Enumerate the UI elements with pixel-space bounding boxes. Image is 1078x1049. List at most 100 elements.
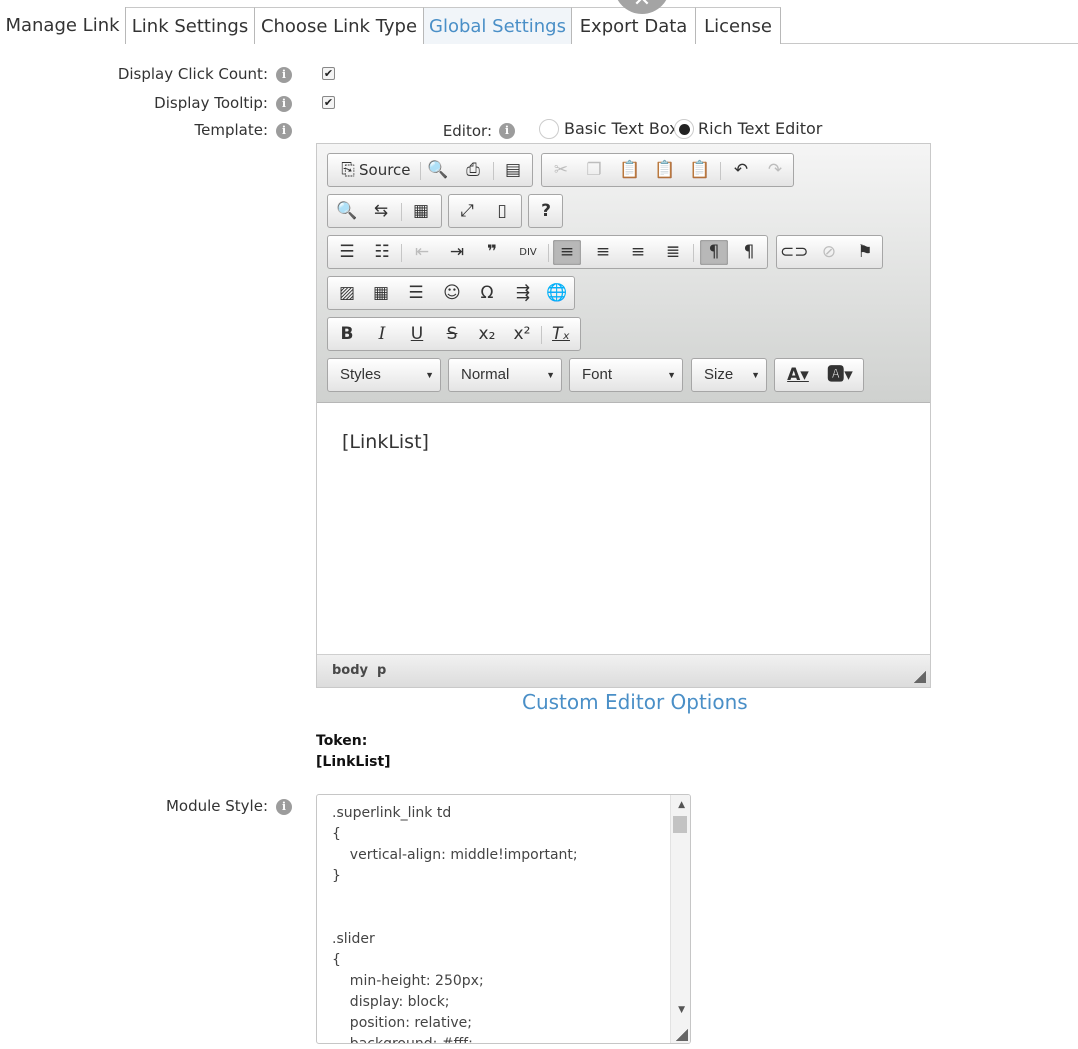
- styles-dropdown-value: Styles: [340, 366, 381, 383]
- resize-handle[interactable]: [914, 671, 926, 683]
- tab-link-settings[interactable]: Link Settings: [126, 7, 255, 44]
- editor-content[interactable]: [LinkList]: [317, 404, 930, 654]
- anchor-icon[interactable]: ⚑: [851, 240, 879, 265]
- styles-dropdown[interactable]: Styles ▼: [327, 358, 441, 392]
- underline-icon[interactable]: U: [403, 322, 431, 347]
- text-color-icon[interactable]: A▾: [780, 363, 816, 388]
- basic-text-box-label[interactable]: Basic Text Box: [564, 119, 679, 138]
- tab-choose-link-type[interactable]: Choose Link Type: [255, 7, 424, 44]
- paste-text-icon[interactable]: 📋: [651, 158, 679, 183]
- paste-icon[interactable]: 📋: [616, 158, 644, 183]
- tab-license[interactable]: License: [696, 7, 781, 44]
- document-toolbar-group: ⎘ Source 🔍 ⎙ ▤: [327, 153, 533, 187]
- strikethrough-icon[interactable]: S: [438, 322, 466, 347]
- paragraph-toolbar-group: ☰ ☷ ⇤ ⇥ ❞ DIV ≡ ≡ ≡ ≣ ¶ ¶: [327, 235, 768, 269]
- replace-icon[interactable]: ⇆: [367, 199, 395, 224]
- insert-toolbar-group: ▨ ▦ ☰ ☺ Ω ⇶ 🌐: [327, 276, 575, 310]
- numbered-list-icon[interactable]: ☰: [333, 240, 361, 265]
- editor-status-bar: body p: [317, 654, 930, 687]
- maximize-icon[interactable]: ⤢: [453, 199, 481, 224]
- scroll-down-icon[interactable]: ▼: [678, 1005, 685, 1015]
- chevron-down-icon: ▼: [546, 370, 555, 380]
- rich-text-editor-radio[interactable]: [674, 119, 694, 139]
- superscript-icon[interactable]: x²: [508, 322, 536, 347]
- rich-text-editor: ⎘ Source 🔍 ⎙ ▤ ✂ ❐ 📋 📋 📋 ↶ ↷ 🔍 ⇆ ▦ ⤢ ▯ ?…: [316, 143, 931, 688]
- preview-icon[interactable]: 🔍: [424, 158, 452, 183]
- tab-bar: Manage Link Link Settings Choose Link Ty…: [0, 7, 1078, 44]
- module-style-textarea[interactable]: .superlink_link td { vertical-align: mid…: [316, 794, 691, 1044]
- editor-content-text: [LinkList]: [342, 431, 429, 453]
- info-icon[interactable]: i: [276, 799, 292, 815]
- font-dropdown-value: Font: [582, 366, 613, 383]
- tab-manage-link[interactable]: Manage Link: [0, 7, 126, 44]
- redo-icon[interactable]: ↷: [761, 158, 789, 183]
- italic-icon[interactable]: I: [368, 322, 396, 347]
- blockquote-icon[interactable]: ❞: [478, 240, 506, 265]
- bulleted-list-icon[interactable]: ☷: [368, 240, 396, 265]
- scrollbar-thumb[interactable]: [673, 816, 687, 833]
- info-icon[interactable]: i: [499, 123, 515, 139]
- horizontal-line-icon[interactable]: ☰: [402, 281, 430, 306]
- info-icon[interactable]: i: [276, 123, 292, 139]
- print-icon[interactable]: ⎙: [459, 158, 487, 183]
- paste-word-icon[interactable]: 📋: [686, 158, 714, 183]
- outdent-icon[interactable]: ⇤: [408, 240, 436, 265]
- help-toolbar-group: ?: [528, 194, 563, 228]
- display-click-count-checkbox[interactable]: ✔: [322, 67, 335, 80]
- basic-styles-toolbar-group: B I U S x₂ x² Tₓ: [327, 317, 581, 351]
- justify-icon[interactable]: ≣: [659, 240, 687, 265]
- colors-toolbar-group: A▾ 🅰▾: [774, 358, 864, 392]
- ltr-icon[interactable]: ¶: [700, 240, 728, 265]
- create-div-icon[interactable]: DIV: [514, 240, 542, 265]
- info-icon[interactable]: i: [276, 96, 292, 112]
- scroll-up-icon[interactable]: ▲: [678, 800, 685, 810]
- tab-global-settings[interactable]: Global Settings: [423, 7, 572, 44]
- templates-icon[interactable]: ▤: [499, 158, 527, 183]
- source-button[interactable]: Source: [359, 158, 411, 183]
- info-icon[interactable]: i: [276, 67, 292, 83]
- show-blocks-icon[interactable]: ▯: [488, 199, 516, 224]
- chevron-down-icon: ▼: [425, 370, 434, 380]
- module-style-label: Module Style:: [165, 797, 268, 815]
- basic-text-box-radio[interactable]: [539, 119, 559, 139]
- format-dropdown[interactable]: Normal ▼: [448, 358, 562, 392]
- rich-text-editor-label[interactable]: Rich Text Editor: [698, 119, 822, 138]
- unlink-icon[interactable]: ⊘: [815, 240, 843, 265]
- path-item-body[interactable]: body: [332, 663, 368, 678]
- rtl-icon[interactable]: ¶: [735, 240, 763, 265]
- background-color-icon[interactable]: 🅰▾: [822, 363, 858, 388]
- font-dropdown[interactable]: Font ▼: [569, 358, 683, 392]
- align-center-icon[interactable]: ≡: [589, 240, 617, 265]
- remove-format-icon[interactable]: Tₓ: [547, 322, 575, 347]
- select-all-icon[interactable]: ▦: [407, 199, 435, 224]
- path-item-p[interactable]: p: [377, 663, 386, 678]
- size-dropdown-value: Size: [704, 366, 734, 383]
- source-icon[interactable]: ⎘: [334, 158, 362, 183]
- clipboard-toolbar-group: ✂ ❐ 📋 📋 📋 ↶ ↷: [541, 153, 794, 187]
- custom-editor-options-link[interactable]: Custom Editor Options: [522, 690, 748, 714]
- help-icon[interactable]: ?: [532, 199, 560, 224]
- format-dropdown-value: Normal: [461, 366, 510, 383]
- image-icon[interactable]: ▨: [333, 281, 361, 306]
- view-toolbar-group: ⤢ ▯: [448, 194, 522, 228]
- find-icon[interactable]: 🔍: [333, 199, 361, 224]
- indent-icon[interactable]: ⇥: [443, 240, 471, 265]
- special-char-icon[interactable]: Ω: [473, 281, 501, 306]
- undo-icon[interactable]: ↶: [727, 158, 755, 183]
- copy-icon[interactable]: ❐: [580, 158, 608, 183]
- bold-icon[interactable]: B: [333, 322, 361, 347]
- resize-handle[interactable]: [676, 1029, 688, 1041]
- table-icon[interactable]: ▦: [367, 281, 395, 306]
- display-tooltip-checkbox[interactable]: ✔: [322, 96, 335, 109]
- cut-icon[interactable]: ✂: [547, 158, 575, 183]
- smiley-icon[interactable]: ☺: [438, 281, 466, 306]
- link-icon[interactable]: ⊂⊃: [780, 240, 809, 265]
- scrollbar[interactable]: ▲ ▼: [670, 795, 690, 1043]
- align-right-icon[interactable]: ≡: [624, 240, 652, 265]
- align-left-icon[interactable]: ≡: [553, 240, 581, 265]
- token-value: [LinkList]: [316, 754, 391, 770]
- size-dropdown[interactable]: Size ▼: [691, 358, 767, 392]
- iframe-icon[interactable]: 🌐: [543, 281, 571, 306]
- subscript-icon[interactable]: x₂: [473, 322, 501, 347]
- page-break-icon[interactable]: ⇶: [509, 281, 537, 306]
